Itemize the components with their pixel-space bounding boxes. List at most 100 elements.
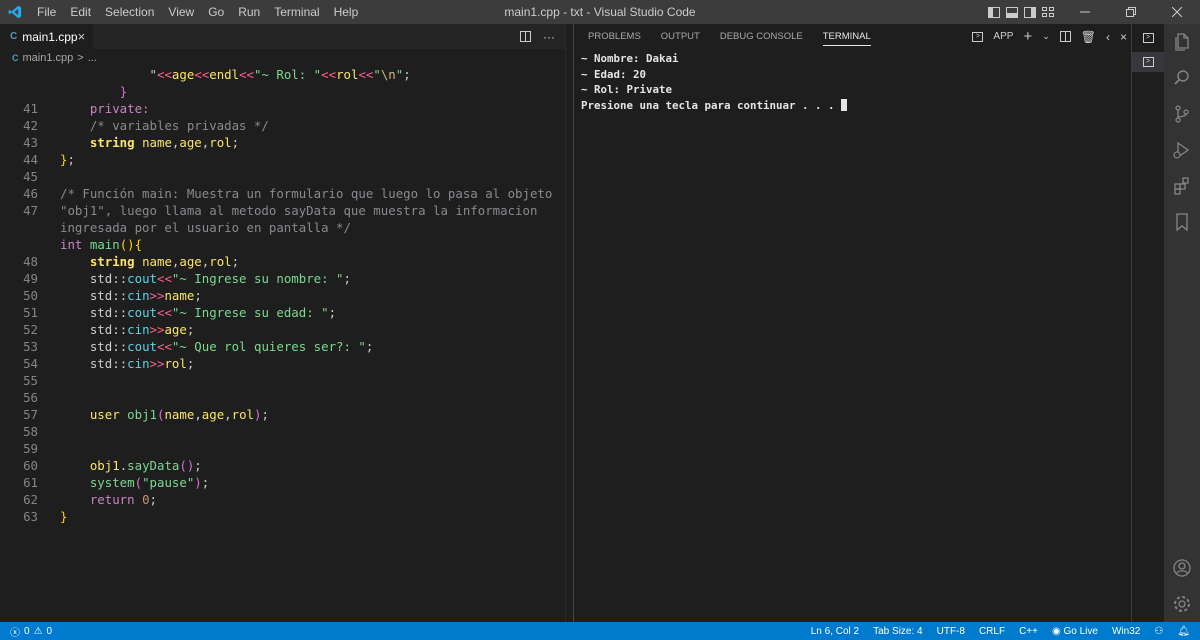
- breadcrumb-file[interactable]: main1.cpp: [23, 52, 74, 64]
- more-actions-icon[interactable]: ···: [543, 30, 555, 44]
- menu-file[interactable]: File: [30, 0, 63, 24]
- terminal-icon: >: [1142, 33, 1154, 43]
- editor-tab-main1-cpp[interactable]: C main1.cpp ×: [0, 24, 93, 49]
- menu-terminal[interactable]: Terminal: [267, 0, 326, 24]
- language-mode[interactable]: C++: [1019, 626, 1038, 637]
- line-source: "<<age<<endl<<"~ Rol: "<<rol<<"\n";: [149, 67, 411, 82]
- menu-selection[interactable]: Selection: [98, 0, 161, 24]
- line-source: return 0;: [89, 492, 158, 507]
- terminal-list-item-active[interactable]: >: [1132, 52, 1164, 72]
- split-editor-icon[interactable]: [520, 31, 531, 42]
- line-number: 52: [23, 322, 38, 337]
- code-line: 62 return 0;: [0, 491, 565, 508]
- line-number: 56: [23, 390, 38, 405]
- close-panel-icon[interactable]: ×: [1120, 30, 1127, 44]
- terminal-output[interactable]: ~ Nombre: Dakai ~ Edad: 20 ~ Rol: Privat…: [574, 49, 1131, 115]
- split-terminal-icon[interactable]: [1059, 31, 1071, 42]
- code-line: 51 std::cout<<"~ Ingrese su edad: ";: [0, 304, 565, 321]
- terminal-icon: >: [972, 31, 984, 42]
- error-count: 0: [24, 625, 30, 637]
- notifications-bell-icon[interactable]: 🔔︎: [1177, 626, 1190, 637]
- editor-tab-label: main1.cpp: [22, 29, 78, 44]
- terminal-list-item[interactable]: >: [1132, 28, 1164, 48]
- tab-size[interactable]: Tab Size: 4: [873, 626, 922, 637]
- minimize-button[interactable]: [1062, 0, 1108, 24]
- menu-view[interactable]: View: [161, 0, 201, 24]
- tab-output[interactable]: OUTPUT: [661, 31, 700, 42]
- code-line: 55: [0, 372, 565, 389]
- line-number: 50: [23, 288, 38, 303]
- code-line: 56: [0, 389, 565, 406]
- panel-actions: > app + ⌄ 🗑 ‹ ×: [972, 24, 1127, 49]
- editor-panel-sash[interactable]: [565, 24, 573, 622]
- menu-run[interactable]: Run: [231, 0, 267, 24]
- close-window-button[interactable]: [1154, 0, 1200, 24]
- tab-debug-console[interactable]: DEBUG CONSOLE: [720, 31, 803, 42]
- toggle-primary-sidebar-icon[interactable]: [988, 6, 1000, 18]
- line-number: 59: [23, 441, 38, 456]
- menu-help[interactable]: Help: [327, 0, 366, 24]
- run-debug-icon[interactable]: [1164, 132, 1200, 168]
- go-live-label: Go Live: [1063, 625, 1098, 637]
- cpp-file-icon: C: [10, 31, 18, 42]
- code-line: 53 std::cout<<"~ Que rol quieres ser?: "…: [0, 338, 565, 355]
- line-number: 53: [23, 339, 38, 354]
- trash-icon[interactable]: 🗑: [1081, 30, 1096, 44]
- line-source: "obj1", luego llama al metodo sayData qu…: [60, 203, 538, 218]
- chevron-down-icon[interactable]: ⌄: [1042, 31, 1050, 42]
- terminal-line-prompt: Presione una tecla para continuar . . .: [581, 98, 1124, 114]
- line-number: 55: [23, 373, 38, 388]
- problems-status[interactable]: ⓧ 0 ⚠ 0: [0, 624, 52, 639]
- panel: PROBLEMS OUTPUT DEBUG CONSOLE TERMINAL >…: [573, 24, 1131, 622]
- encoding[interactable]: UTF-8: [937, 626, 965, 637]
- account-icon[interactable]: [1164, 550, 1200, 586]
- source-control-icon[interactable]: [1164, 96, 1200, 132]
- line-number: 58: [23, 424, 38, 439]
- menu-edit[interactable]: Edit: [63, 0, 98, 24]
- line-number: 61: [23, 475, 38, 490]
- bookmark-icon[interactable]: [1164, 204, 1200, 240]
- go-live-button[interactable]: ◉ Go Live: [1052, 626, 1098, 637]
- settings-gear-icon[interactable]: [1164, 586, 1200, 622]
- cursor-position[interactable]: Ln 6, Col 2: [811, 626, 859, 637]
- tab-problems[interactable]: PROBLEMS: [588, 31, 641, 42]
- close-tab-icon[interactable]: ×: [78, 29, 86, 44]
- extensions-icon[interactable]: [1164, 168, 1200, 204]
- terminal-line: ~ Rol: Private: [581, 83, 673, 96]
- search-icon[interactable]: [1164, 60, 1200, 96]
- line-number: 60: [23, 458, 38, 473]
- line-number: 48: [23, 254, 38, 269]
- menu-go[interactable]: Go: [201, 0, 231, 24]
- vscode-logo-icon: [0, 0, 30, 24]
- platform[interactable]: Win32: [1112, 626, 1140, 637]
- warning-count: 0: [46, 625, 53, 637]
- breadcrumb: C main1.cpp > ...: [0, 49, 565, 66]
- line-number: 54: [23, 356, 38, 371]
- code-line: }: [0, 83, 565, 100]
- new-terminal-icon[interactable]: +: [1023, 28, 1032, 45]
- code-line: 43 string name,age,rol;: [0, 134, 565, 151]
- line-number: 45: [23, 169, 38, 184]
- error-icon: ⓧ: [10, 627, 20, 639]
- feedback-icon[interactable]: ⚇: [1154, 626, 1163, 637]
- chevron-left-icon[interactable]: ‹: [1106, 30, 1110, 44]
- code-line: 48 string name,age,rol;: [0, 253, 565, 270]
- breadcrumb-more[interactable]: ...: [88, 52, 97, 64]
- end-of-line[interactable]: CRLF: [979, 626, 1005, 637]
- toggle-secondary-sidebar-icon[interactable]: [1024, 6, 1036, 18]
- line-source: string name,age,rol;: [89, 254, 240, 269]
- explorer-icon[interactable]: [1164, 24, 1200, 60]
- line-number: 47: [23, 203, 38, 218]
- code-line: 46 /* Función main: Muestra un formulario…: [0, 185, 565, 202]
- tab-terminal[interactable]: TERMINAL: [822, 31, 871, 46]
- line-number: 46: [23, 186, 38, 201]
- line-source: ingresada por el usuario en pantalla */: [60, 220, 351, 235]
- toggle-panel-icon[interactable]: [1006, 6, 1018, 18]
- status-right-items: Ln 6, Col 2 Tab Size: 4 UTF-8 CRLF C++ ◉…: [811, 626, 1200, 637]
- terminal-name[interactable]: app: [993, 31, 1013, 42]
- customize-layout-icon[interactable]: [1042, 6, 1054, 18]
- restore-button[interactable]: [1108, 0, 1154, 24]
- line-source: };: [60, 152, 75, 167]
- layout-controls: [988, 0, 1054, 24]
- line-source: std::cin>>age;: [89, 322, 195, 337]
